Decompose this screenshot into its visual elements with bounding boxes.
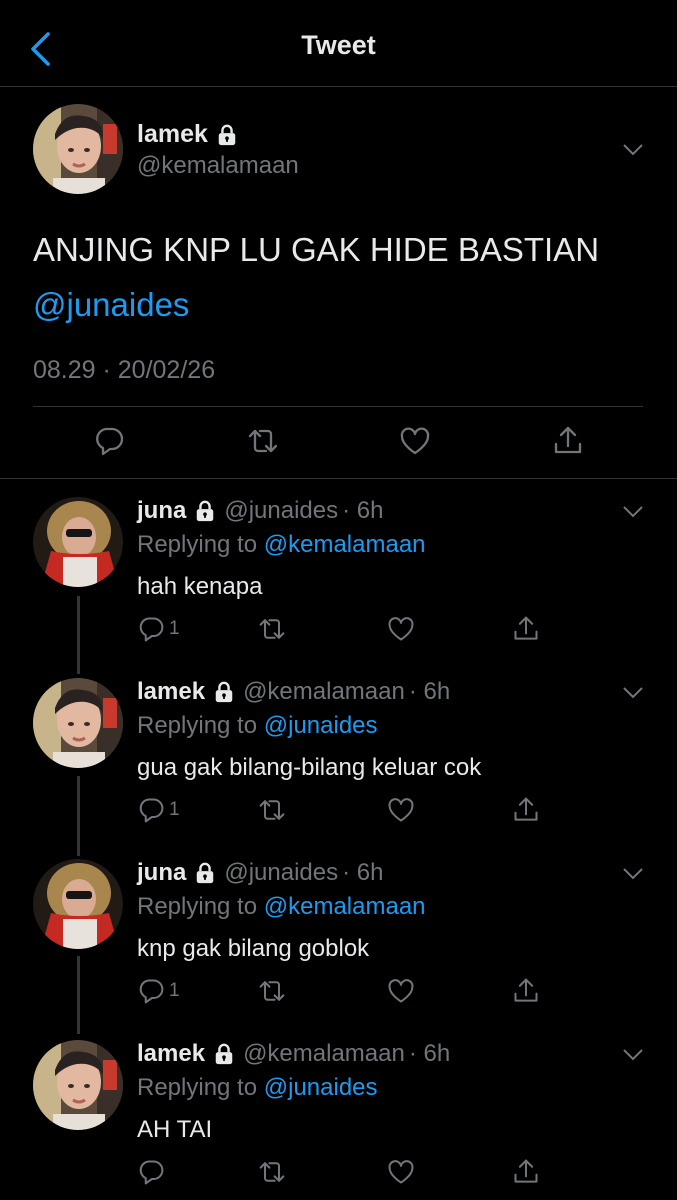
like-icon[interactable] [387,796,415,824]
reply-icon [137,1158,165,1186]
tweet-body: ANJING KNP LU GAK HIDE BASTIAN [33,231,600,268]
author-handle[interactable]: @junaides [224,859,338,887]
reply-header: lamek @kemalamaan · 6h [137,678,450,706]
avatar[interactable] [33,497,123,587]
replying-to: Replying to @junaides [137,1074,378,1102]
reply-icon [137,977,165,1005]
reply-header: lamek @kemalamaan · 6h [137,1040,450,1068]
divider [33,406,643,407]
reply-button[interactable] [137,1158,169,1186]
like-icon[interactable] [387,1158,415,1186]
author-handle[interactable]: @kemalamaan [243,678,405,706]
reply-button[interactable]: 1 [137,977,180,1005]
reply-count: 1 [169,980,180,1001]
reply-time: · 6h [408,1040,451,1067]
top-bar: Tweet [0,0,677,87]
replying-label: Replying to [137,531,264,558]
retweet-icon[interactable] [258,796,286,824]
reply-text: AH TAI [137,1116,213,1143]
reply-button[interactable]: 1 [137,615,180,643]
share-icon[interactable] [512,615,540,643]
mention-link[interactable]: @kemalamaan [264,531,426,558]
retweet-icon[interactable] [247,425,279,457]
thread-line [77,776,80,856]
chevron-down-icon[interactable] [622,505,644,519]
avatar[interactable] [33,678,123,768]
author-name[interactable]: lamek [137,1040,205,1068]
avatar[interactable] [33,1040,123,1130]
author-name-text: lamek [137,120,208,148]
replying-to: Replying to @kemalamaan [137,893,426,921]
tweet-text: ANJING KNP LU GAK HIDE BASTIAN @junaides [33,222,653,332]
author-name[interactable]: lamek [137,120,238,149]
author-name[interactable]: juna [137,497,186,525]
reply-time: · 6h [342,859,384,886]
mention-link[interactable]: @junaides [33,277,653,332]
reply-header: juna @junaides · 6h [137,497,383,525]
reply-text: hah kenapa [137,573,263,600]
thread-line [77,596,80,674]
share-icon[interactable] [512,796,540,824]
author-handle[interactable]: @junaides [224,497,338,525]
author-name[interactable]: lamek [137,678,205,706]
reply-count: 1 [169,618,180,639]
like-icon[interactable] [387,977,415,1005]
lock-icon [194,500,216,522]
reply-count: 1 [169,799,180,820]
mention-link[interactable]: @kemalamaan [264,893,426,920]
retweet-icon[interactable] [258,1158,286,1186]
avatar[interactable] [33,104,123,194]
page-title: Tweet [301,30,376,60]
reply-icon [137,796,165,824]
mention-link[interactable]: @junaides [264,1074,378,1101]
reply-button[interactable]: 1 [137,796,180,824]
reply-header: juna @junaides · 6h [137,859,383,887]
share-icon[interactable] [552,425,584,457]
author-handle[interactable]: @kemalamaan [243,1040,405,1068]
reply-text: gua gak bilang-bilang keluar cok [137,754,482,781]
avatar[interactable] [33,859,123,949]
reply-time: · 6h [408,678,451,705]
share-icon[interactable] [512,977,540,1005]
reply-text: knp gak bilang goblok [137,935,370,962]
like-icon[interactable] [387,615,415,643]
replying-label: Replying to [137,1074,264,1101]
retweet-icon[interactable] [258,615,286,643]
chevron-down-icon[interactable] [622,143,644,157]
divider [0,478,677,479]
author-name[interactable]: juna [137,859,186,887]
reply-icon[interactable] [93,425,125,457]
author-handle[interactable]: @kemalamaan [137,152,299,180]
lock-icon [216,124,238,146]
lock-icon [213,681,235,703]
thread-line [77,956,80,1034]
lock-icon [213,1043,235,1065]
replying-label: Replying to [137,712,264,739]
tweet-timestamp[interactable]: 08.29 · 20/02/26 [33,356,215,385]
chevron-down-icon[interactable] [622,686,644,700]
replying-label: Replying to [137,893,264,920]
mention-link[interactable]: @junaides [264,712,378,739]
chevron-down-icon[interactable] [622,1048,644,1062]
share-icon[interactable] [512,1158,540,1186]
like-icon[interactable] [399,425,431,457]
reply-time: · 6h [342,497,384,524]
chevron-down-icon[interactable] [622,867,644,881]
replying-to: Replying to @junaides [137,712,378,740]
retweet-icon[interactable] [258,977,286,1005]
reply-icon [137,615,165,643]
lock-icon [194,862,216,884]
replying-to: Replying to @kemalamaan [137,531,426,559]
